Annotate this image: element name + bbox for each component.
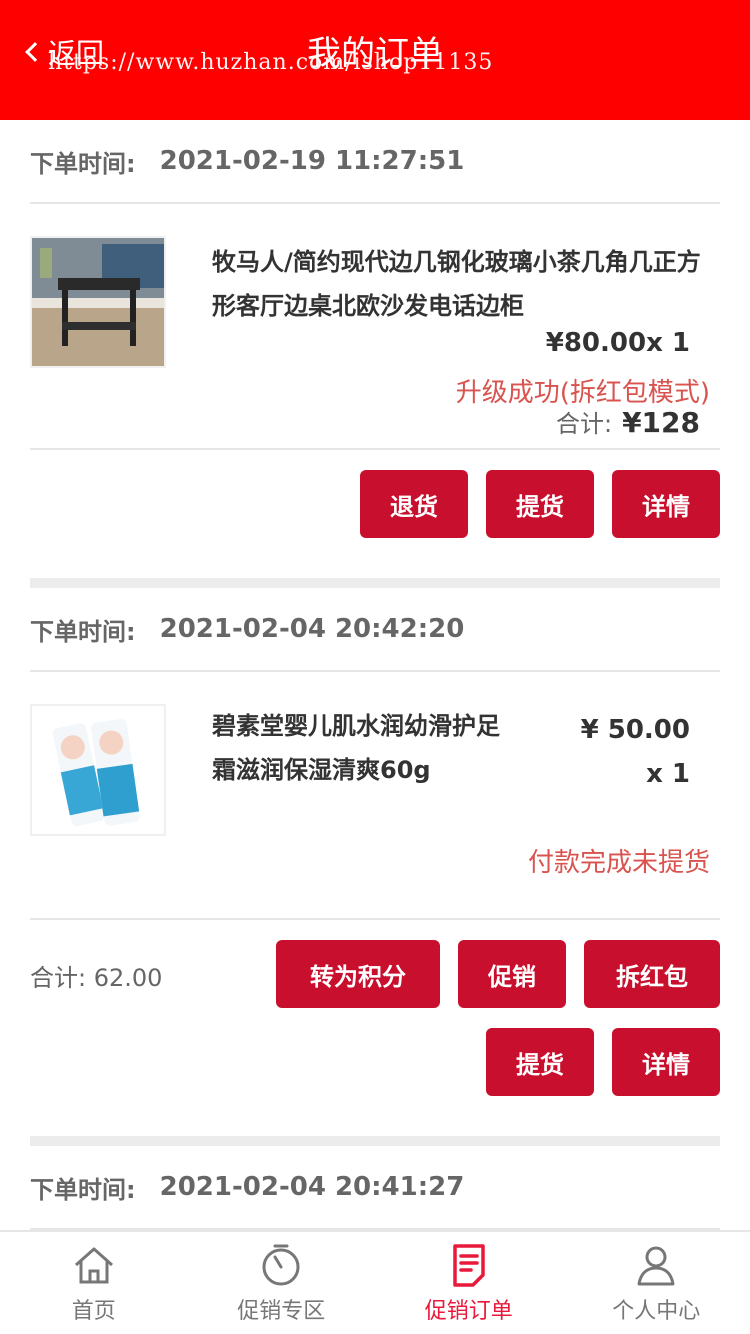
- watermark-text: https://www.huzhan.com/ishop11135: [48, 50, 494, 75]
- order-time: 2021-02-04 20:41:27: [159, 1172, 465, 1202]
- order-total-value: ¥128: [622, 406, 700, 439]
- order-list[interactable]: 下单时间: 2021-02-19 11:27:51 牧马人/简约现代边几钢化玻璃…: [0, 120, 750, 1230]
- tab-profile[interactable]: 个人中心: [563, 1232, 750, 1334]
- timer-icon: [262, 1244, 300, 1286]
- pickup-button[interactable]: 提货: [486, 1028, 594, 1096]
- home-icon: [74, 1247, 113, 1284]
- order-card: 下单时间: 2021-02-04 20:42:20 碧素堂婴儿肌水润幼滑护足霜滋…: [0, 588, 750, 1096]
- order-status: 付款完成未提货: [527, 848, 710, 878]
- order-time-label: 下单时间:: [30, 1175, 136, 1204]
- user-icon: [637, 1246, 675, 1286]
- order-total-label: 合计:: [555, 410, 613, 438]
- product-image-cream[interactable]: [30, 704, 166, 836]
- product-price-qty: ¥80.00x 1: [545, 328, 690, 358]
- order-time: 2021-02-04 20:42:20: [159, 614, 465, 644]
- order-actions: 合计: 62.00 转为积分 促销 拆红包: [30, 940, 720, 1028]
- order-actions-row2: 提货 详情: [30, 1028, 720, 1096]
- details-button[interactable]: 详情: [612, 470, 720, 538]
- tab-promotion-zone[interactable]: 促销专区: [188, 1232, 376, 1334]
- product-name[interactable]: 碧素堂婴儿肌水润幼滑护足霜滋润保湿清爽60g: [212, 704, 512, 792]
- order-total: 合计: ¥128: [556, 404, 700, 439]
- details-button[interactable]: 详情: [612, 1028, 720, 1096]
- bottom-tab-bar: 首页 促销专区 促销订单 个人中心: [0, 1230, 750, 1334]
- order-actions: 退货 提货 详情: [30, 450, 720, 538]
- order-time: 2021-02-19 11:27:51: [159, 146, 465, 176]
- red-packet-button[interactable]: 拆红包: [584, 940, 720, 1008]
- order-item[interactable]: 牧马人/简约现代边几钢化玻璃小茶几角几正方形客厅边桌北欧沙发电话边柜 ¥80.0…: [30, 204, 720, 450]
- tab-label: 促销专区: [237, 1299, 326, 1324]
- order-actions-row1: 转为积分 促销 拆红包: [276, 940, 720, 1008]
- order-icon: [453, 1244, 485, 1287]
- tab-label: 个人中心: [612, 1299, 701, 1324]
- promotion-button[interactable]: 促销: [458, 940, 566, 1008]
- tab-home[interactable]: 首页: [0, 1232, 188, 1334]
- divider: [30, 578, 720, 588]
- tab-promotion-orders[interactable]: 促销订单: [375, 1232, 563, 1334]
- product-name[interactable]: 牧马人/简约现代边几钢化玻璃小茶几角几正方形客厅边桌北欧沙发电话边柜: [212, 240, 702, 328]
- order-time-row: 下单时间: 2021-02-04 20:41:27: [30, 1146, 720, 1230]
- order-time-label: 下单时间:: [30, 617, 136, 646]
- return-button[interactable]: 退货: [360, 470, 468, 538]
- product-price-value: ¥ 50.00: [580, 715, 690, 745]
- order-item[interactable]: 碧素堂婴儿肌水润幼滑护足霜滋润保湿清爽60g ¥ 50.00 x 1 付款完成未…: [30, 672, 720, 920]
- tab-label: 首页: [71, 1299, 116, 1324]
- tab-label: 促销订单: [424, 1299, 513, 1324]
- divider: [30, 1136, 720, 1146]
- product-qty: x 1: [646, 759, 690, 789]
- top-header: 返回 我的订单 https://www.huzhan.com/ishop1113…: [0, 0, 750, 120]
- order-time-label: 下单时间:: [30, 149, 136, 178]
- convert-points-button[interactable]: 转为积分: [276, 940, 440, 1008]
- pickup-button[interactable]: 提货: [486, 470, 594, 538]
- order-time-row: 下单时间: 2021-02-19 11:27:51: [30, 120, 720, 204]
- order-card: 下单时间: 2021-02-19 11:27:51 牧马人/简约现代边几钢化玻璃…: [0, 120, 750, 538]
- order-total: 合计: 62.00: [30, 964, 163, 992]
- order-card: 下单时间: 2021-02-04 20:41:27: [0, 1146, 750, 1230]
- order-time-row: 下单时间: 2021-02-04 20:42:20: [30, 588, 720, 672]
- product-image-table[interactable]: [30, 236, 166, 368]
- product-price: ¥ 50.00 x 1: [581, 708, 690, 796]
